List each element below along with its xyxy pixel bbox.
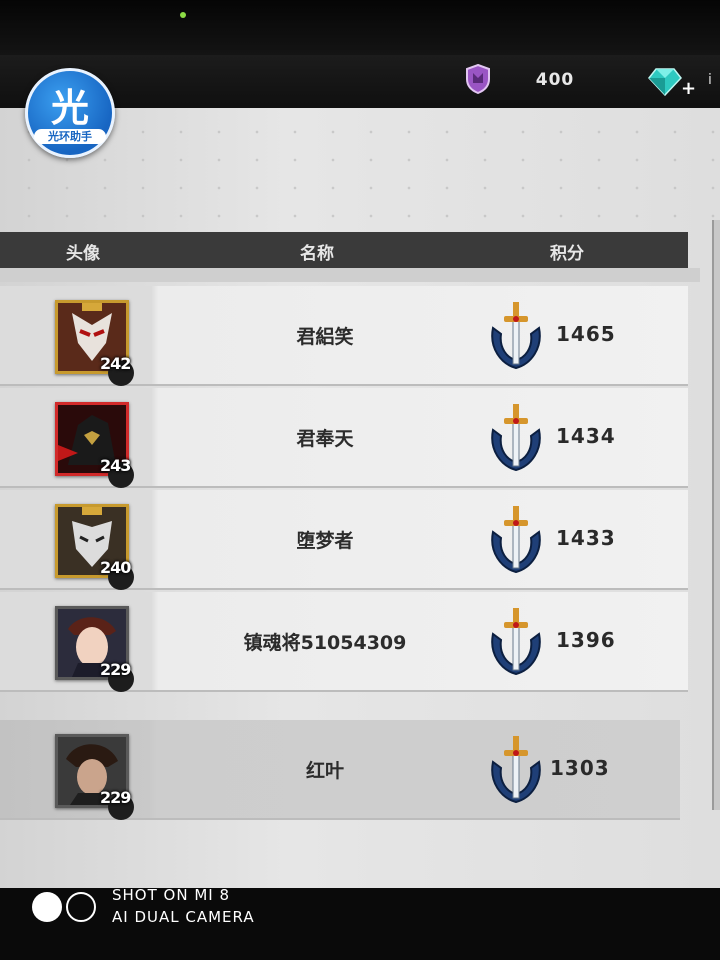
player-name: 红叶: [305, 760, 344, 782]
sword-rank-icon: [491, 506, 541, 574]
table-row[interactable]: 243 君奉天 1434: [0, 388, 688, 488]
device-bezel-bottom: [0, 888, 720, 960]
player-score: 1434: [556, 424, 616, 448]
sword-rank-icon: [491, 302, 541, 370]
sword-rank-icon: [491, 608, 541, 676]
helper-logo[interactable]: 光 光环助手: [25, 68, 115, 158]
player-score: 1303: [550, 756, 610, 780]
add-gems-button[interactable]: +: [681, 78, 696, 99]
player-name: 堕梦者: [296, 530, 354, 552]
logo-text: 光环助手: [34, 129, 106, 144]
table-header: 头像 名称 积分: [0, 232, 688, 268]
side-panel-edge: [712, 220, 720, 810]
player-level: 229: [100, 788, 131, 807]
header-separator: [0, 268, 700, 282]
player-score: 1433: [556, 526, 616, 550]
player-name: 君絽笑: [296, 326, 354, 348]
player-level: 242: [100, 354, 131, 373]
player-score: 1396: [556, 628, 616, 652]
shield-currency-icon: [466, 64, 490, 94]
header-name: 名称: [300, 244, 334, 264]
header-score: 积分: [550, 244, 584, 264]
sword-rank-icon: [491, 736, 541, 804]
table-row[interactable]: 229 镇魂将51054309 1396: [0, 592, 688, 692]
self-rank-row[interactable]: 229 红叶 1303: [0, 720, 680, 820]
player-level: 243: [100, 456, 131, 475]
camera-indicator: [180, 12, 186, 18]
watermark-dot-icon: [32, 892, 62, 922]
watermark-line2: AI DUAL CAMERA: [112, 908, 255, 926]
player-name: 镇魂将51054309: [243, 632, 407, 654]
watermark-line1: SHOT ON MI 8: [112, 886, 231, 904]
logo-character: 光: [50, 86, 89, 130]
device-bezel-top: [0, 0, 720, 55]
shield-currency-value: 400: [535, 70, 575, 90]
header-avatar: 头像: [66, 244, 100, 264]
sword-rank-icon: [491, 404, 541, 472]
player-score: 1465: [556, 322, 616, 346]
watermark-ring-icon: [66, 892, 96, 922]
player-level: 240: [100, 558, 131, 577]
table-row[interactable]: 242 君絽笑 1465: [0, 286, 688, 386]
table-row[interactable]: 240 堕梦者 1433: [0, 490, 688, 590]
gem-icon[interactable]: [648, 66, 682, 96]
edge-text: i: [708, 72, 712, 88]
player-name: 君奉天: [296, 428, 354, 450]
player-level: 229: [100, 660, 131, 679]
